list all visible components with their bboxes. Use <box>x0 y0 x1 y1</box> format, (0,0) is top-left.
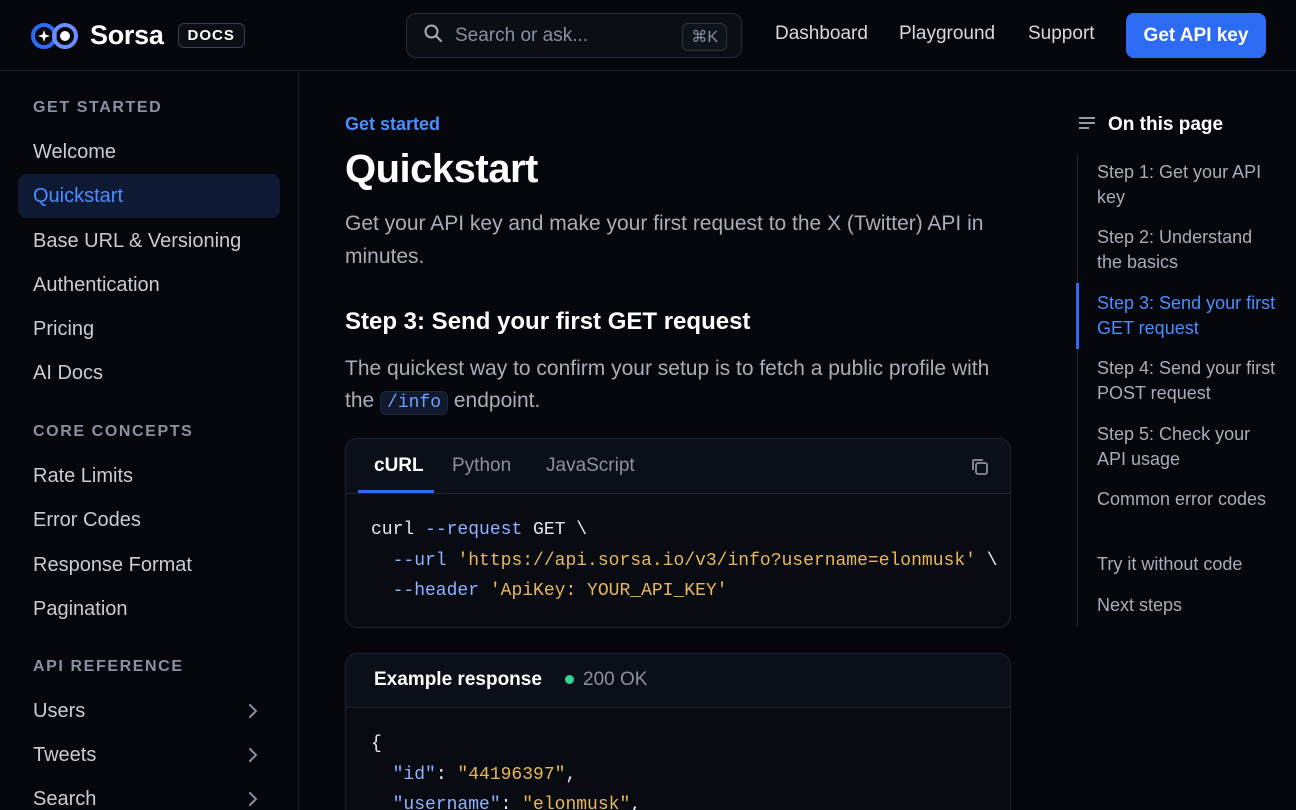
toc-item-step-3[interactable]: Step 3: Send your first GET request <box>1097 291 1277 341</box>
page-title: Quickstart <box>345 147 538 191</box>
step-description: The quickest way to confirm your setup i… <box>345 353 1015 419</box>
sidebar-item-pricing[interactable]: Pricing <box>18 307 280 351</box>
toc-rail <box>1077 153 1078 627</box>
copy-icon[interactable] <box>969 456 991 478</box>
step-heading: Step 3: Send your first GET request <box>345 308 751 335</box>
brand-name: Sorsa <box>90 20 164 50</box>
sidebar-item-ai-docs[interactable]: AI Docs <box>18 351 280 395</box>
response-content: { "id": "44196397", "username": "elonmus… <box>371 729 641 810</box>
sidebar-item-search[interactable]: Search <box>18 777 280 810</box>
toc-item-step-5[interactable]: Step 5: Check your API usage <box>1097 422 1277 472</box>
nav-dashboard-link[interactable]: Dashboard <box>775 23 868 45</box>
code-token: --header <box>371 581 480 601</box>
search-shortcut-badge: ⌘K <box>682 23 727 51</box>
sidebar-item-tweets[interactable]: Tweets <box>18 733 280 777</box>
code-token: "id" <box>371 764 436 785</box>
nav-playground-link[interactable]: Playground <box>899 23 995 45</box>
code-token: "username" <box>371 795 501 810</box>
code-token: \ <box>975 550 998 571</box>
search-box[interactable]: ⌘K <box>406 13 742 58</box>
search-icon <box>423 23 443 48</box>
toc-active-indicator <box>1076 283 1079 349</box>
search-input[interactable] <box>455 24 675 47</box>
code-token: --url <box>371 550 447 571</box>
sidebar-item-pagination[interactable]: Pagination <box>18 587 280 631</box>
sidebar-section-core-concepts: CORE CONCEPTS <box>33 423 194 440</box>
tab-python[interactable]: Python <box>452 455 511 477</box>
logo[interactable]: Sorsa DOCS <box>30 20 245 51</box>
sidebar-section-api-reference: API REFERENCE <box>33 658 184 675</box>
sidebar-section-get-started: GET STARTED <box>33 99 163 116</box>
code-token: 'https://api.sorsa.io/v3/info?username=e… <box>457 550 976 571</box>
toc-item-step-4[interactable]: Step 4: Send your first POST request <box>1097 356 1277 406</box>
sidebar-item-authentication[interactable]: Authentication <box>18 263 280 307</box>
sidebar-item-users[interactable]: Users <box>18 689 280 733</box>
sidebar-item-rate-limits[interactable]: Rate Limits <box>18 454 280 498</box>
code-token: { <box>371 734 382 754</box>
toc-item-next-steps[interactable]: Next steps <box>1097 593 1277 618</box>
response-header: Example response 200 OK <box>346 654 1010 708</box>
page-subtitle: Get your API key and make your first req… <box>345 212 984 268</box>
sidebar-item-welcome[interactable]: Welcome <box>18 130 280 174</box>
status-badge: 200 OK <box>583 669 648 690</box>
active-tab-indicator <box>358 490 434 493</box>
code-token: curl <box>371 520 415 540</box>
code-token: GET \ <box>522 520 588 540</box>
code-tabs: cURL Python JavaScript <box>346 439 1010 494</box>
code-token: 'ApiKey: YOUR_API_KEY' <box>489 581 728 601</box>
chevron-right-icon <box>244 790 262 808</box>
top-header: Sorsa DOCS ⌘K Dashboard Playground Suppo… <box>0 0 1296 71</box>
code-token: --request <box>425 520 523 540</box>
breadcrumb-eyebrow[interactable]: Get started <box>345 114 440 135</box>
sidebar-item-label: Search <box>33 787 97 810</box>
status-dot-icon <box>565 675 574 684</box>
sidebar-item-label: Users <box>33 699 86 722</box>
chevron-right-icon <box>244 702 262 720</box>
list-icon <box>1078 115 1096 136</box>
sidebar-item-error-codes[interactable]: Error Codes <box>18 498 280 542</box>
sidebar-item-base-url[interactable]: Base URL & Versioning <box>18 219 280 263</box>
chevron-right-icon <box>244 746 262 764</box>
para-text: endpoint. <box>448 389 541 412</box>
toc-header: On this page <box>1078 114 1223 136</box>
response-block: Example response 200 OK { "id": "4419639… <box>345 653 1011 810</box>
code-block: cURL Python JavaScript curl --request GE… <box>345 438 1011 628</box>
toc-item-error-codes[interactable]: Common error codes <box>1097 487 1277 512</box>
sorsa-logo-icon <box>30 21 80 51</box>
get-api-key-button[interactable]: Get API key <box>1126 13 1266 58</box>
inline-code-endpoint: /info <box>380 391 449 415</box>
sidebar-item-label: Tweets <box>33 743 97 766</box>
code-token: "elonmusk" <box>522 795 631 810</box>
toc-item-try-without-code[interactable]: Try it without code <box>1097 552 1277 577</box>
docs-badge: DOCS <box>177 23 245 48</box>
tab-javascript[interactable]: JavaScript <box>546 455 635 477</box>
sidebar-item-response-format[interactable]: Response Format <box>18 543 280 587</box>
sidebar-item-quickstart[interactable]: Quickstart <box>18 174 280 218</box>
toc-item-step-1[interactable]: Step 1: Get your API key <box>1097 160 1277 210</box>
tab-curl[interactable]: cURL <box>374 455 424 477</box>
code-content: curl --request GET \ --url 'https://api.… <box>371 515 998 607</box>
nav-support-link[interactable]: Support <box>1028 23 1095 45</box>
response-title: Example response <box>374 669 542 690</box>
sidebar: GET STARTED Welcome Quickstart Base URL … <box>0 72 299 810</box>
toc-title: On this page <box>1108 114 1224 135</box>
toc-item-step-2[interactable]: Step 2: Understand the basics <box>1097 225 1277 275</box>
code-token: "44196397" <box>457 764 566 785</box>
